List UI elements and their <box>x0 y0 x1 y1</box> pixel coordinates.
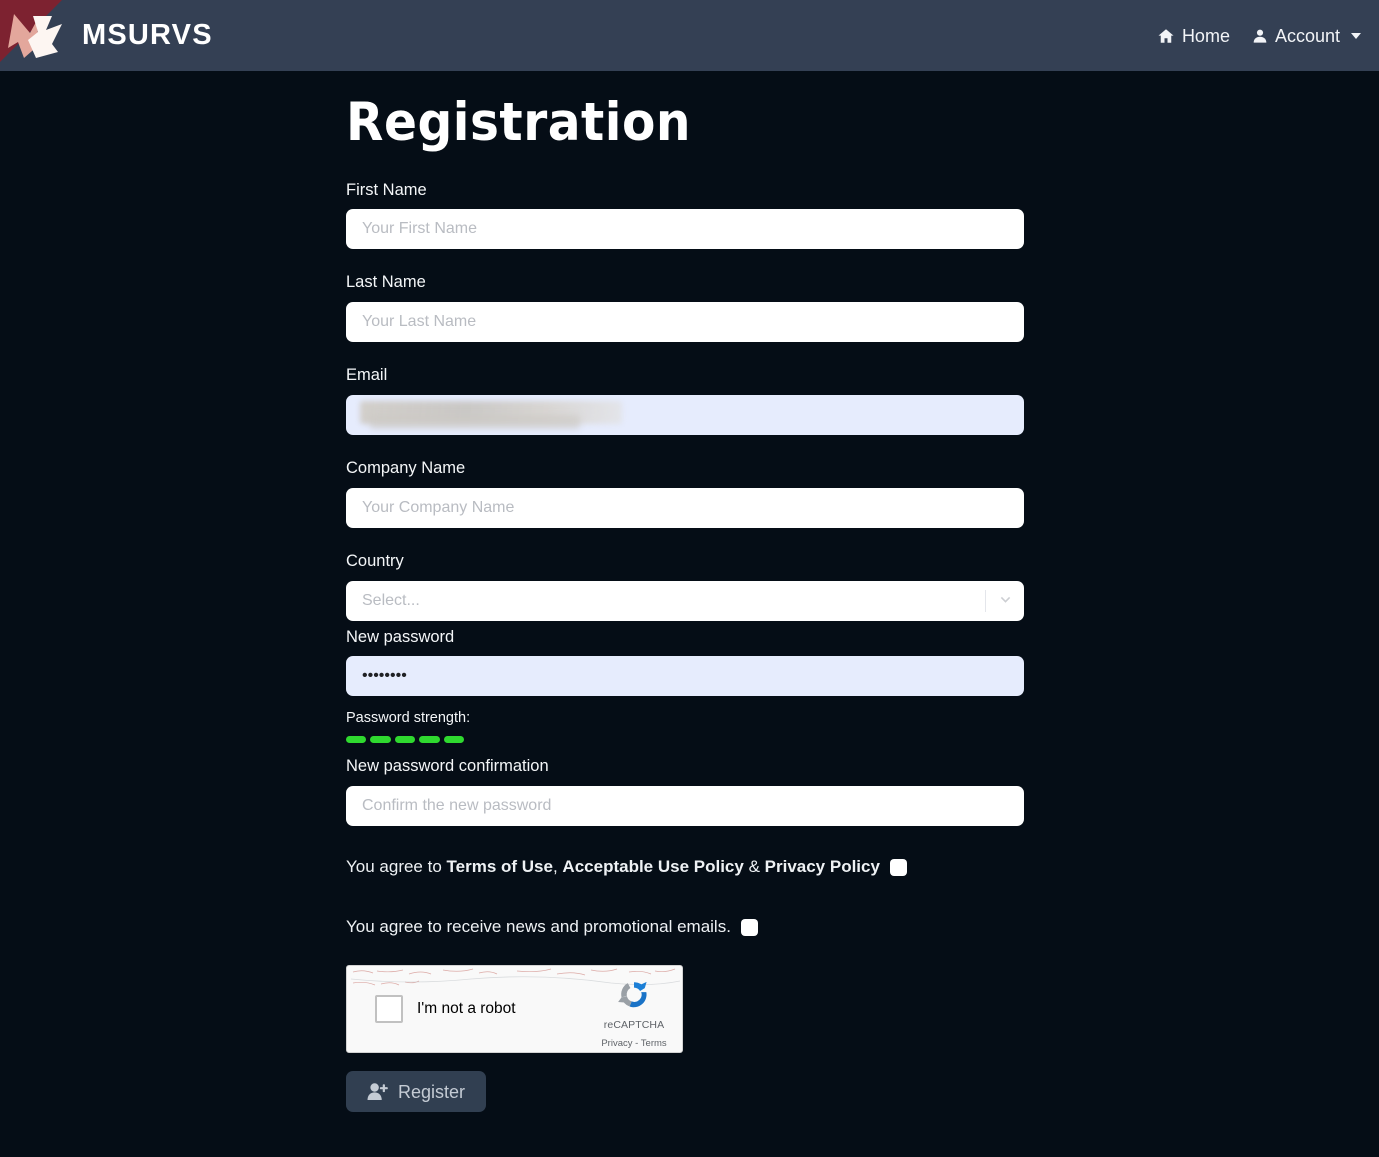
recaptcha-logo-icon <box>595 975 673 1015</box>
user-icon <box>1252 27 1268 45</box>
strength-segment <box>346 736 367 744</box>
email-input[interactable] <box>346 395 1024 436</box>
country-select[interactable]: Select... <box>346 580 1024 621</box>
recaptcha-link-separator: - <box>632 1038 641 1050</box>
user-plus-icon <box>367 1082 389 1101</box>
strength-segment <box>394 736 416 744</box>
nav-item-home-label: Home <box>1181 25 1230 46</box>
first-name-input[interactable] <box>346 209 1024 250</box>
password-strength: Password strength: <box>346 710 1024 744</box>
terms-prefix: You agree to <box>346 857 447 877</box>
recaptcha-terms-link[interactable]: Terms <box>641 1038 667 1049</box>
chevron-down-icon[interactable] <box>986 592 1024 609</box>
last-name-input[interactable] <box>346 302 1024 343</box>
register-button[interactable]: Register <box>346 1071 487 1113</box>
email-label: Email <box>346 366 388 385</box>
last-name-label: Last Name <box>346 273 426 292</box>
field-last-name: Last Name <box>346 273 1024 343</box>
chevron-down-icon <box>1351 32 1361 39</box>
terms-separator-1: , <box>552 857 563 877</box>
nav-links: Home Account <box>1157 27 1379 45</box>
recaptcha-brand-name: reCAPTCHA <box>603 1019 665 1032</box>
home-icon <box>1157 27 1175 45</box>
newsletter-agreement-checkbox[interactable] <box>740 918 758 936</box>
recaptcha-widget[interactable]: I'm not a robot reCAPTCHA Privacy - Term… <box>346 965 683 1054</box>
newsletter-agreement-text: You agree to receive news and promotiona… <box>346 917 731 937</box>
strength-segment <box>419 736 440 744</box>
nav-item-account-label: Account <box>1274 25 1340 46</box>
acceptable-use-policy-link[interactable]: Acceptable Use Policy <box>562 857 743 876</box>
terms-of-use-link[interactable]: Terms of Use <box>447 857 553 876</box>
strength-segment <box>370 736 391 744</box>
newsletter-agreement-row: You agree to receive news and promotiona… <box>346 916 1379 938</box>
page-title: Registration <box>346 92 692 153</box>
password-strength-bar <box>346 736 465 744</box>
field-new-password: New password <box>346 628 1024 697</box>
recaptcha-privacy-link[interactable]: Privacy <box>601 1038 632 1049</box>
nav-item-account[interactable]: Account <box>1252 27 1361 45</box>
recaptcha-label: I'm not a robot <box>417 1000 516 1018</box>
registration-page: Registration First Name Last Name Email … <box>0 71 1379 1113</box>
field-company-name: Company Name <box>346 459 1024 528</box>
country-label: Country <box>346 551 404 570</box>
terms-separator-2: & <box>743 857 765 877</box>
register-button-label: Register <box>398 1081 466 1102</box>
privacy-policy-link[interactable]: Privacy Policy <box>765 857 880 876</box>
strength-segment <box>443 736 465 744</box>
msurvs-arrow-logo-icon <box>0 0 78 71</box>
field-country: Country Select... <box>346 552 1024 621</box>
recaptcha-branding: reCAPTCHA Privacy - Terms <box>595 975 673 1051</box>
company-name-input[interactable] <box>346 487 1024 528</box>
password-confirmation-input[interactable] <box>346 786 1024 827</box>
terms-agreement-text: You agree to Terms of Use, Acceptable Us… <box>346 856 880 878</box>
field-first-name: First Name <box>346 181 1024 250</box>
country-select-indicators <box>985 581 1024 621</box>
top-navbar: MSURVS Home Account <box>0 0 1379 71</box>
terms-agreement-row: You agree to Terms of Use, Acceptable Us… <box>346 856 1379 878</box>
field-email: Email <box>346 366 1024 436</box>
new-password-input[interactable] <box>346 656 1024 697</box>
terms-agreement-checkbox[interactable] <box>889 858 907 876</box>
field-password-confirmation: New password confirmation <box>346 757 1024 827</box>
brand-name: MSURVS <box>82 19 213 51</box>
email-input-wrapper <box>346 395 1024 436</box>
password-strength-label: Password strength: <box>346 710 471 727</box>
new-password-label: New password <box>346 627 455 646</box>
nav-item-home[interactable]: Home <box>1157 27 1230 45</box>
recaptcha-links: Privacy - Terms <box>601 1038 666 1049</box>
password-confirmation-label: New password confirmation <box>346 757 549 776</box>
country-select-value: Select... <box>362 591 420 609</box>
first-name-label: First Name <box>346 180 427 199</box>
company-name-label: Company Name <box>346 459 466 478</box>
recaptcha-checkbox[interactable] <box>375 995 403 1024</box>
brand[interactable]: MSURVS <box>0 0 213 71</box>
